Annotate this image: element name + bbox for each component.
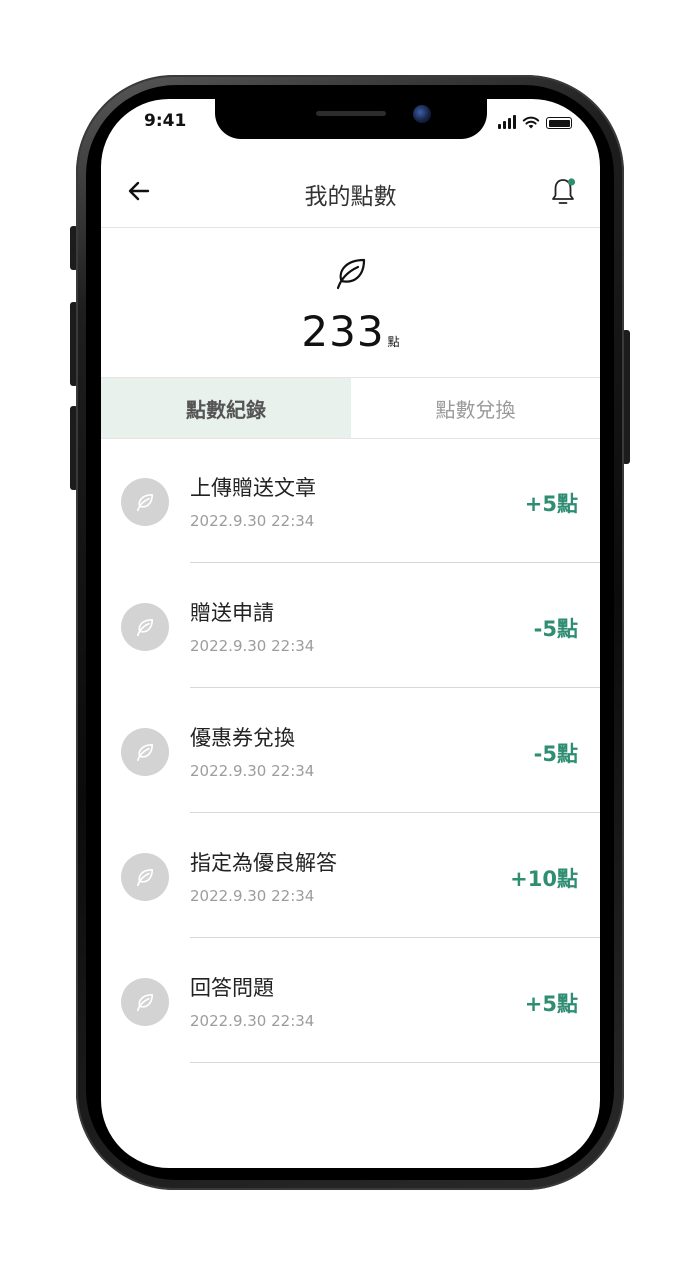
- points-value: 233: [301, 307, 385, 356]
- record-title: 優惠券兌換: [190, 726, 295, 750]
- notification-dot: [567, 178, 576, 186]
- points-total: 233 點: [101, 307, 600, 356]
- record-date: 2022.9.30 22:34: [190, 887, 315, 905]
- record-title: 回答問題: [190, 976, 274, 1000]
- status-time: 9:41: [144, 111, 187, 131]
- front-camera: [413, 105, 431, 123]
- record-date: 2022.9.30 22:34: [190, 1012, 315, 1030]
- wifi-icon: [522, 116, 540, 129]
- record-icon: [121, 603, 169, 651]
- page-title: 我的點數: [304, 184, 397, 210]
- list-item[interactable]: 回答問題 2022.9.30 22:34 +5點: [101, 938, 600, 1063]
- record-points: -5點: [533, 742, 578, 766]
- record-title: 指定為優良解答: [190, 851, 337, 875]
- speaker-grille: [316, 111, 386, 116]
- record-points: +10點: [510, 867, 578, 891]
- record-icon: [121, 853, 169, 901]
- divider: [190, 1062, 600, 1063]
- points-record-list: 上傳贈送文章 2022.9.30 22:34 +5點 贈送申請 2022.9.3…: [101, 438, 600, 1063]
- list-item[interactable]: 優惠券兌換 2022.9.30 22:34 -5點: [101, 688, 600, 813]
- list-item[interactable]: 上傳贈送文章 2022.9.30 22:34 +5點: [101, 438, 600, 563]
- cellular-signal-icon: [498, 115, 516, 129]
- leaf-icon: [136, 868, 154, 887]
- bell-icon[interactable]: [548, 176, 578, 208]
- list-item[interactable]: 指定為優良解答 2022.9.30 22:34 +10點: [101, 813, 600, 938]
- record-icon: [121, 478, 169, 526]
- leaf-icon: [336, 258, 366, 290]
- list-item[interactable]: 贈送申請 2022.9.30 22:34 -5點: [101, 563, 600, 688]
- record-points: +5點: [524, 992, 578, 1016]
- battery-icon: [546, 117, 572, 129]
- record-icon: [121, 978, 169, 1026]
- record-points: +5點: [524, 492, 578, 516]
- leaf-icon: [136, 493, 154, 512]
- status-icons: [498, 113, 572, 129]
- record-icon: [121, 728, 169, 776]
- phone-screen: 9:41 我的點數 233 點 點數紀錄 點數兌換 上傳贈送文章 2022.9.…: [101, 99, 600, 1168]
- points-tabs: 點數紀錄 點數兌換: [101, 377, 600, 439]
- record-points: -5點: [533, 617, 578, 641]
- leaf-icon: [136, 993, 154, 1012]
- leaf-icon: [136, 743, 154, 762]
- tab-points-records[interactable]: 點數紀錄: [101, 378, 351, 438]
- leaf-icon: [136, 618, 154, 637]
- record-title: 贈送申請: [190, 601, 274, 625]
- notch: [215, 99, 487, 139]
- record-date: 2022.9.30 22:34: [190, 637, 315, 655]
- tab-points-exchange[interactable]: 點數兌換: [351, 378, 600, 438]
- record-date: 2022.9.30 22:34: [190, 512, 315, 530]
- record-date: 2022.9.30 22:34: [190, 762, 315, 780]
- points-unit: 點: [387, 335, 400, 349]
- app-header: 我的點數: [101, 155, 600, 228]
- record-title: 上傳贈送文章: [190, 476, 316, 500]
